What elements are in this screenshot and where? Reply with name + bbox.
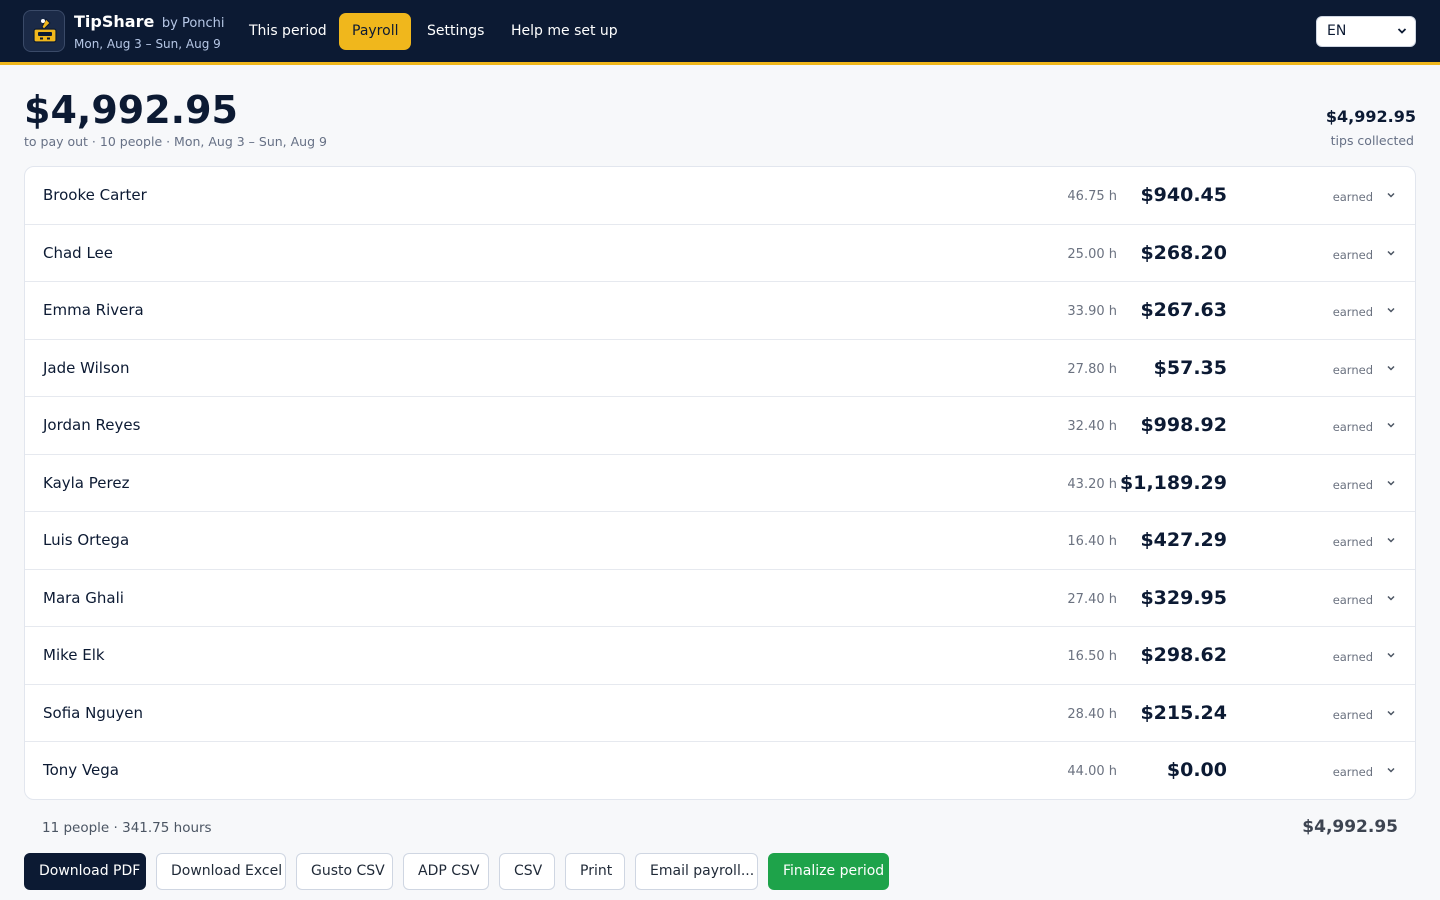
language-select[interactable]: EN bbox=[1316, 16, 1416, 47]
email-payroll-button[interactable]: Email payroll... bbox=[635, 853, 758, 890]
employee-hours: 43.20 h bbox=[1067, 476, 1117, 492]
employee-hours: 46.75 h bbox=[1067, 189, 1117, 204]
employee-amount: $215.24 bbox=[1140, 701, 1227, 724]
table-row[interactable]: Mara Ghali 27.40 h $329.95 earned bbox=[25, 570, 1415, 627]
employee-amount: $427.29 bbox=[1140, 529, 1227, 551]
chevron-down-icon bbox=[1397, 17, 1407, 57]
employee-name: Mara Ghali bbox=[43, 588, 124, 607]
employee-hours: 25.00 h bbox=[1067, 246, 1117, 262]
table-row[interactable]: Emma Rivera 33.90 h $267.63 earned bbox=[25, 282, 1415, 340]
table-row[interactable]: Sofia Nguyen 28.40 h $215.24 earned bbox=[25, 685, 1415, 742]
top-bar: TipShare by Ponchi Mon, Aug 3 – Sun, Aug… bbox=[0, 0, 1440, 65]
employee-amount: $267.63 bbox=[1140, 299, 1227, 321]
employee-amount: $329.95 bbox=[1140, 586, 1227, 609]
status-label: earned bbox=[1332, 190, 1373, 204]
status-label: earned bbox=[1332, 247, 1373, 262]
gusto-csv-button[interactable]: Gusto CSV bbox=[296, 853, 393, 890]
print-button[interactable]: Print bbox=[565, 853, 625, 890]
header-period: Mon, Aug 3 – Sun, Aug 9 bbox=[74, 37, 221, 51]
nav-payroll[interactable]: Payroll bbox=[339, 13, 412, 50]
tips-collected-label: tips collected bbox=[1330, 133, 1414, 148]
employee-amount: $1,189.29 bbox=[1120, 471, 1227, 494]
status-label: earned bbox=[1332, 535, 1373, 549]
employee-name: Tony Vega bbox=[43, 761, 119, 779]
employee-amount: $998.92 bbox=[1140, 414, 1227, 436]
employee-hours: 28.40 h bbox=[1067, 706, 1117, 722]
payout-subtitle: to pay out · 10 people · Mon, Aug 3 – Su… bbox=[24, 134, 327, 149]
table-row[interactable]: Brooke Carter 46.75 h $940.45 earned bbox=[25, 167, 1415, 225]
chevron-down-icon[interactable] bbox=[1385, 589, 1397, 601]
chevron-down-icon[interactable] bbox=[1385, 531, 1397, 543]
employee-name: Emma Rivera bbox=[43, 301, 144, 319]
brand-title: TipShare by Ponchi bbox=[74, 12, 225, 31]
table-row[interactable]: Kayla Perez 43.20 h $1,189.29 earned bbox=[25, 455, 1415, 512]
employee-hours: 16.50 h bbox=[1067, 649, 1117, 664]
chevron-down-icon[interactable] bbox=[1385, 359, 1397, 371]
nav-help-me-set-up[interactable]: Help me set up bbox=[498, 13, 631, 50]
status-label: earned bbox=[1332, 362, 1373, 377]
chevron-down-icon[interactable] bbox=[1385, 186, 1397, 198]
table-row[interactable]: Jordan Reyes 32.40 h $998.92 earned bbox=[25, 397, 1415, 455]
chevron-down-icon[interactable] bbox=[1385, 761, 1397, 773]
adp-csv-button[interactable]: ADP CSV bbox=[403, 853, 489, 890]
status-label: earned bbox=[1332, 420, 1373, 434]
payout-total: $4,992.95 bbox=[24, 88, 238, 132]
table-row[interactable]: Luis Ortega 16.40 h $427.29 earned bbox=[25, 512, 1415, 570]
chevron-down-icon[interactable] bbox=[1385, 301, 1397, 313]
status-label: earned bbox=[1332, 707, 1373, 722]
footer-total: $4,992.95 bbox=[1302, 817, 1398, 837]
status-label: earned bbox=[1332, 765, 1373, 779]
chevron-down-icon[interactable] bbox=[1385, 244, 1397, 256]
chevron-down-icon[interactable] bbox=[1385, 474, 1397, 486]
employee-name: Sofia Nguyen bbox=[43, 703, 143, 722]
employee-amount: $0.00 bbox=[1166, 759, 1227, 781]
nav-this-period[interactable]: This period bbox=[236, 13, 340, 50]
footer-count: 11 people · 341.75 hours bbox=[42, 820, 212, 836]
chevron-down-icon[interactable] bbox=[1385, 646, 1397, 658]
employee-name: Kayla Perez bbox=[43, 473, 130, 492]
employee-amount: $298.62 bbox=[1140, 644, 1227, 666]
employee-hours: 16.40 h bbox=[1067, 534, 1117, 549]
employee-amount: $268.20 bbox=[1140, 241, 1227, 264]
chevron-down-icon[interactable] bbox=[1385, 416, 1397, 428]
tips-collected-amount: $4,992.95 bbox=[1325, 107, 1416, 126]
employee-amount: $57.35 bbox=[1153, 356, 1227, 379]
table-row[interactable]: Chad Lee 25.00 h $268.20 earned bbox=[25, 225, 1415, 282]
cash-register-icon bbox=[33, 18, 57, 43]
status-label: earned bbox=[1332, 650, 1373, 664]
status-label: earned bbox=[1332, 305, 1373, 319]
table-row[interactable]: Mike Elk 16.50 h $298.62 earned bbox=[25, 627, 1415, 685]
download-pdf-button[interactable]: Download PDF bbox=[24, 853, 146, 890]
employee-hours: 33.90 h bbox=[1067, 304, 1117, 319]
employee-hours: 44.00 h bbox=[1067, 764, 1117, 779]
brand-by: by Ponchi bbox=[161, 16, 225, 31]
payroll-table: Brooke Carter 46.75 h $940.45 earned Chad Le… bbox=[24, 166, 1416, 800]
table-row[interactable]: Tony Vega 44.00 h $0.00 earned bbox=[25, 742, 1415, 799]
employee-name: Jade Wilson bbox=[43, 358, 130, 377]
brand-name: TipShare bbox=[74, 12, 155, 31]
app-logo-icon[interactable] bbox=[23, 10, 65, 52]
chevron-down-icon[interactable] bbox=[1385, 704, 1397, 716]
finalize-period-button[interactable]: Finalize period bbox=[768, 853, 889, 890]
nav-settings[interactable]: Settings bbox=[414, 13, 497, 50]
employee-name: Brooke Carter bbox=[43, 186, 147, 204]
download-excel-button[interactable]: Download Excel bbox=[156, 853, 286, 890]
language-value: EN bbox=[1327, 23, 1347, 39]
employee-hours: 27.80 h bbox=[1067, 361, 1117, 377]
status-label: earned bbox=[1332, 477, 1373, 492]
employee-name: Chad Lee bbox=[43, 243, 114, 262]
employee-name: Luis Ortega bbox=[43, 531, 130, 549]
employee-hours: 32.40 h bbox=[1067, 419, 1117, 434]
status-label: earned bbox=[1332, 592, 1373, 607]
table-row[interactable]: Jade Wilson 27.80 h $57.35 earned bbox=[25, 340, 1415, 397]
employee-name: Mike Elk bbox=[43, 646, 105, 664]
employee-hours: 27.40 h bbox=[1067, 591, 1117, 607]
employee-amount: $940.45 bbox=[1140, 184, 1227, 206]
csv-button[interactable]: CSV bbox=[499, 853, 555, 890]
employee-name: Jordan Reyes bbox=[43, 416, 141, 434]
